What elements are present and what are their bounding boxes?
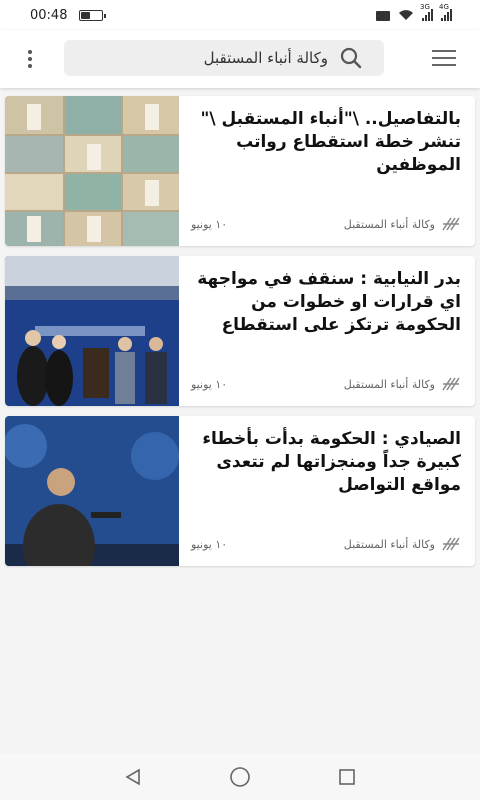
news-feed: بالتفاصيل.. \"أنباء المستقبل \" تنشر خطة… (5, 96, 475, 576)
article-card[interactable]: بدر النيابية : سنقف في مواجهة اي قرارات … (5, 256, 475, 406)
more-options-icon[interactable] (20, 48, 40, 70)
system-nav-bar (0, 754, 480, 800)
menu-icon[interactable] (432, 50, 456, 66)
article-image-speaker-parliament[interactable] (5, 416, 179, 566)
source-name: وكالة أنباء المستقبل (343, 377, 435, 391)
article-meta: وكالة أنباء المستقبل ١٠ يونيو (191, 376, 461, 392)
search-icon[interactable] (340, 47, 362, 69)
source-logo-icon (442, 377, 460, 391)
message-icon (376, 11, 390, 21)
article-title[interactable]: الصيادي : الحكومة بدأت بأخطاء كبيرة جداً… (191, 428, 461, 497)
search-bar[interactable]: وكالة أنباء المستقبل (64, 40, 384, 76)
battery-fill (81, 11, 91, 19)
recents-icon[interactable] (337, 767, 357, 787)
back-icon[interactable] (123, 767, 143, 787)
source-name: وكالة أنباء المستقبل (343, 537, 435, 551)
article-meta: وكالة أنباء المستقبل ١٠ يونيو (191, 536, 461, 552)
article-date: ١٠ يونيو (191, 217, 228, 231)
source-logo-icon (442, 537, 460, 551)
article-body: الصيادي : الحكومة بدأت بأخطاء كبيرة جداً… (191, 416, 461, 566)
app-header: وكالة أنباء المستقبل (0, 30, 480, 88)
network-type-1: 3G (420, 3, 430, 11)
status-time: 00:48 (30, 7, 68, 23)
signal-icon-1: 3G (420, 3, 433, 21)
search-text: وكالة أنباء المستقبل (203, 49, 328, 67)
wifi-icon (399, 10, 413, 20)
home-icon[interactable] (229, 766, 251, 788)
article-source: وكالة أنباء المستقبل (344, 216, 461, 232)
article-body: بالتفاصيل.. \"أنباء المستقبل \" تنشر خطة… (191, 96, 461, 246)
source-name: وكالة أنباء المستقبل (343, 217, 435, 231)
signal-icon-2: 4G (439, 3, 452, 21)
article-source: وكالة أنباء المستقبل (344, 536, 461, 552)
article-date: ١٠ يونيو (191, 537, 228, 551)
article-card[interactable]: بالتفاصيل.. \"أنباء المستقبل \" تنشر خطة… (5, 96, 475, 246)
status-bar: 00:48 3G 4G (0, 0, 480, 30)
source-logo-icon (442, 217, 460, 231)
status-left: 00:48 (30, 7, 107, 23)
article-title[interactable]: بدر النيابية : سنقف في مواجهة اي قرارات … (191, 268, 461, 337)
article-source: وكالة أنباء المستقبل (344, 376, 461, 392)
article-body: بدر النيابية : سنقف في مواجهة اي قرارات … (191, 256, 461, 406)
battery-icon (79, 9, 107, 21)
article-meta: وكالة أنباء المستقبل ١٠ يونيو (191, 216, 461, 232)
article-date: ١٠ يونيو (191, 377, 228, 391)
status-right: 3G 4G (376, 3, 452, 21)
article-title[interactable]: بالتفاصيل.. \"أنباء المستقبل \" تنشر خطة… (191, 108, 461, 177)
article-card[interactable]: الصيادي : الحكومة بدأت بأخطاء كبيرة جداً… (5, 416, 475, 566)
article-image-press-conference[interactable] (5, 256, 179, 406)
article-image-money-bundles[interactable] (5, 96, 179, 246)
network-type-2: 4G (439, 3, 449, 11)
